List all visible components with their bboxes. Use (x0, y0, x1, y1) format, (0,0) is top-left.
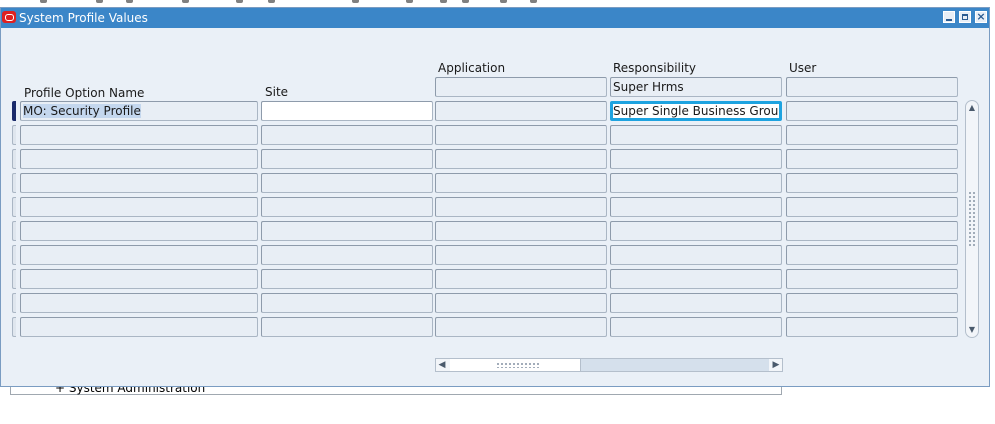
responsibility-cell[interactable] (610, 293, 782, 313)
scroll-grip[interactable] (968, 191, 976, 247)
site-cell[interactable] (261, 221, 433, 241)
site-cell[interactable] (261, 125, 433, 145)
application-cell[interactable] (435, 221, 607, 241)
row-marker[interactable] (12, 149, 16, 169)
arrow-up-icon[interactable]: ▲ (968, 104, 976, 112)
site-cell[interactable] (261, 293, 433, 313)
row-marker[interactable] (12, 245, 16, 265)
row-marker[interactable] (12, 221, 16, 241)
context-user-field[interactable] (786, 77, 958, 97)
arrow-left-icon[interactable]: ◀ (437, 360, 447, 370)
profile-option-cell[interactable] (20, 269, 258, 289)
vertical-scrollbar[interactable]: ▲ ▼ (965, 100, 979, 338)
context-application-field[interactable] (435, 77, 607, 97)
header-profile-option-name: Profile Option Name (24, 86, 145, 100)
user-cell[interactable] (786, 101, 958, 121)
header-application: Application (438, 61, 506, 75)
responsibility-cell[interactable] (610, 221, 782, 241)
site-cell[interactable] (261, 317, 433, 337)
profile-option-cell[interactable] (20, 221, 258, 241)
application-cell[interactable] (435, 125, 607, 145)
site-cell[interactable] (261, 149, 433, 169)
application-cell[interactable] (435, 101, 607, 121)
user-cell[interactable] (786, 221, 958, 241)
header-site: Site (265, 85, 289, 99)
application-cell[interactable] (435, 269, 607, 289)
application-cell[interactable] (435, 293, 607, 313)
title-bar[interactable]: System Profile Values × (1, 8, 989, 28)
application-cell[interactable] (435, 317, 607, 337)
profile-option-cell[interactable] (20, 245, 258, 265)
row-marker[interactable] (12, 197, 16, 217)
application-cell[interactable] (435, 245, 607, 265)
horizontal-scrollbar[interactable]: ◀ ▶ (435, 358, 783, 372)
context-responsibility-field[interactable]: Super Hrms (610, 77, 782, 97)
close-icon[interactable]: × (975, 10, 987, 23)
application-cell[interactable] (435, 173, 607, 193)
system-profile-values-window: System Profile Values × Application Resp… (0, 7, 990, 387)
row-marker[interactable] (12, 101, 16, 121)
user-cell[interactable] (786, 125, 958, 145)
minimize-icon[interactable] (943, 11, 955, 23)
user-cell[interactable] (786, 173, 958, 193)
site-cell[interactable] (261, 197, 433, 217)
horizontal-scroll-track[interactable] (581, 359, 769, 371)
responsibility-cell[interactable] (610, 173, 782, 193)
site-cell[interactable] (261, 245, 433, 265)
profile-option-cell[interactable] (20, 317, 258, 337)
header-responsibility: Responsibility (613, 61, 697, 75)
user-cell[interactable] (786, 197, 958, 217)
responsibility-cell-value: Super Single Business Group (613, 104, 782, 118)
row-marker[interactable] (12, 293, 16, 313)
context-responsibility-value: Super Hrms (613, 80, 684, 94)
profile-option-cell[interactable] (20, 125, 258, 145)
row-marker[interactable] (12, 269, 16, 289)
toolbar-remnant (0, 0, 995, 6)
arrow-right-icon[interactable]: ▶ (771, 360, 781, 370)
site-cell[interactable] (261, 101, 433, 121)
user-cell[interactable] (786, 293, 958, 313)
profile-option-cell[interactable] (20, 293, 258, 313)
application-cell[interactable] (435, 197, 607, 217)
profile-option-cell[interactable]: MO: Security Profile (20, 101, 258, 121)
site-cell[interactable] (261, 269, 433, 289)
user-cell[interactable] (786, 149, 958, 169)
site-cell[interactable] (261, 173, 433, 193)
responsibility-cell[interactable] (610, 197, 782, 217)
user-cell[interactable] (786, 245, 958, 265)
window-title: System Profile Values (19, 11, 148, 25)
responsibility-cell[interactable] (610, 317, 782, 337)
profile-option-cell[interactable] (20, 197, 258, 217)
responsibility-cell[interactable] (610, 125, 782, 145)
responsibility-cell[interactable] (610, 149, 782, 169)
user-cell[interactable] (786, 269, 958, 289)
arrow-down-icon[interactable]: ▼ (968, 326, 976, 334)
oracle-logo-icon (2, 11, 16, 23)
responsibility-cell[interactable]: Super Single Business Group (610, 101, 782, 121)
row-marker[interactable] (12, 173, 16, 193)
row-marker[interactable] (12, 317, 16, 337)
responsibility-cell[interactable] (610, 269, 782, 289)
maximize-icon[interactable] (959, 11, 971, 23)
row-marker[interactable] (12, 125, 16, 145)
profile-option-cell-value: MO: Security Profile (23, 104, 141, 118)
user-cell[interactable] (786, 317, 958, 337)
profile-option-cell[interactable] (20, 149, 258, 169)
application-cell[interactable] (435, 149, 607, 169)
header-user: User (789, 61, 817, 75)
profile-option-cell[interactable] (20, 173, 258, 193)
scroll-grip (496, 362, 540, 368)
responsibility-cell[interactable] (610, 245, 782, 265)
